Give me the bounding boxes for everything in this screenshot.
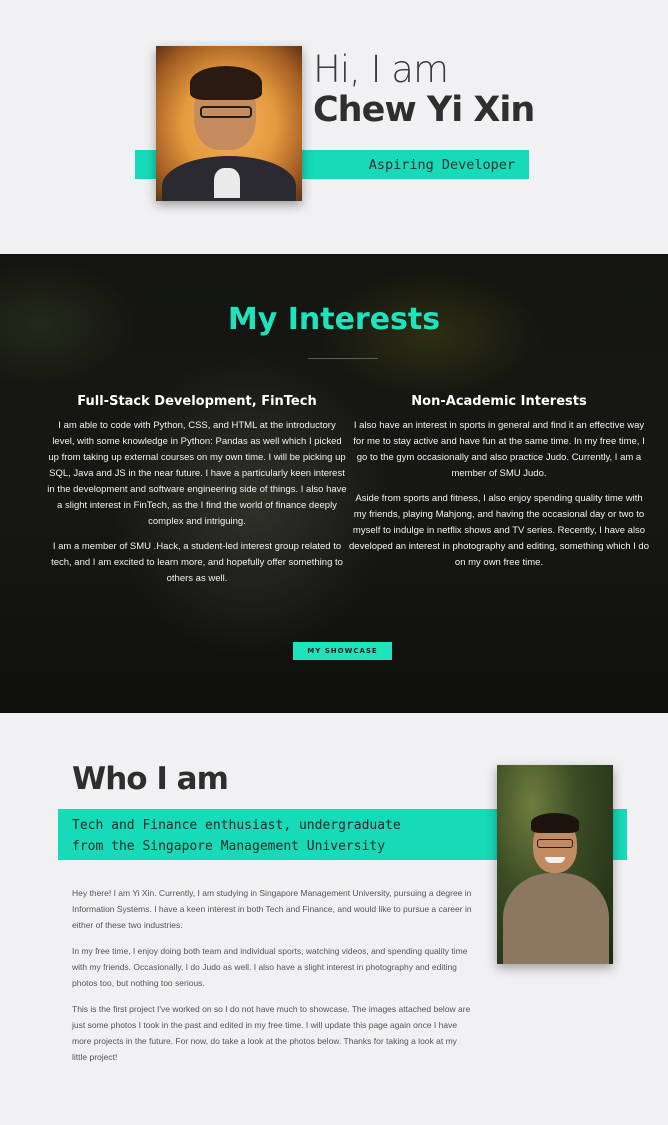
- interest-column-non-academic: Non-Academic Interests I also have an in…: [349, 394, 649, 580]
- interests-section: My Interests Full-Stack Development, Fin…: [0, 254, 668, 713]
- interest-paragraph: I am able to code with Python, CSS, and …: [47, 420, 347, 527]
- interest-paragraph: I am a member of SMU .Hack, a student-le…: [51, 541, 343, 584]
- interest-paragraph: I also have an interest in sports in gen…: [353, 420, 645, 479]
- about-text: Hey there! I am Yi Xin. Currently, I am …: [72, 885, 472, 1075]
- interest-column-tech: Full-Stack Development, FinTech I am abl…: [47, 394, 347, 596]
- interests-title: My Interests: [227, 302, 441, 337]
- interest-heading: Non-Academic Interests: [411, 394, 587, 409]
- interests-divider: [308, 358, 378, 359]
- hero-name: Chew Yi Xin: [313, 90, 535, 130]
- hero-greeting: Hi, I am: [313, 48, 449, 91]
- interest-paragraph: Aside from sports and fitness, I also en…: [349, 493, 649, 568]
- about-photo: [497, 765, 613, 964]
- about-paragraph: In my free time, I enjoy doing both team…: [72, 946, 468, 988]
- profile-photo: [156, 46, 302, 201]
- about-paragraph: Hey there! I am Yi Xin. Currently, I am …: [72, 888, 472, 930]
- hero-tagline: Aspiring Developer: [368, 157, 515, 173]
- about-title: Who I am: [72, 761, 229, 797]
- about-paragraph: This is the first project I've worked on…: [72, 1004, 471, 1062]
- my-showcase-button[interactable]: MY SHOWCASE: [293, 642, 392, 660]
- interest-heading: Full-Stack Development, FinTech: [77, 394, 317, 409]
- about-tagline: Tech and Finance enthusiast, undergradua…: [72, 818, 401, 854]
- hero-section: Hi, I am Chew Yi Xin Aspiring Developer: [0, 0, 668, 254]
- about-section: Who I am Tech and Finance enthusiast, un…: [0, 713, 668, 1125]
